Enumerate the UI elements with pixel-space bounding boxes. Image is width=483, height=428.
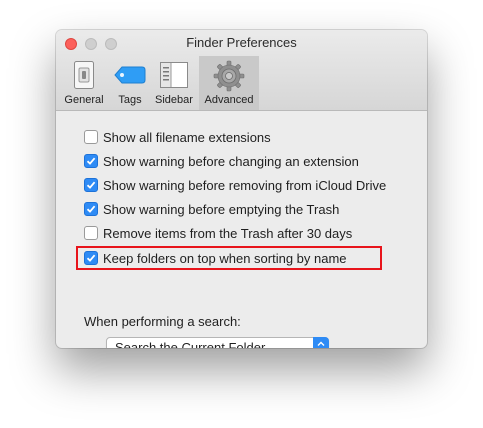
checkmark-icon [86, 181, 96, 189]
option-warn-change-extension[interactable]: Show warning before changing an extensio… [84, 152, 359, 170]
checkbox[interactable] [84, 130, 98, 144]
tab-tags[interactable]: Tags [110, 56, 150, 110]
checkbox[interactable] [84, 202, 98, 216]
checkbox[interactable] [84, 178, 98, 192]
sidebar-icon [159, 60, 189, 95]
option-label: Remove items from the Trash after 30 day… [103, 225, 353, 241]
checkbox[interactable] [84, 154, 98, 168]
tab-general-label: General [64, 94, 104, 106]
option-keep-folders-on-top[interactable]: Keep folders on top when sorting by name [84, 249, 347, 267]
search-scope-label: When performing a search: [84, 314, 241, 329]
option-label: Show all filename extensions [103, 129, 271, 145]
search-scope-value: Search the Current Folder [115, 340, 266, 348]
toolbar: Finder Preferences General Tags Sidebar … [56, 30, 427, 111]
tab-advanced[interactable]: Advanced [199, 56, 259, 110]
option-remove-trash-30-days[interactable]: Remove items from the Trash after 30 day… [84, 224, 352, 242]
tab-advanced-label: Advanced [204, 94, 254, 106]
window-title: Finder Preferences [186, 35, 297, 50]
checkbox[interactable] [84, 251, 98, 265]
option-label: Show warning before emptying the Trash [103, 201, 340, 217]
checkmark-icon [86, 157, 96, 165]
finder-preferences-window: Finder Preferences General Tags Sidebar … [56, 30, 427, 348]
checkmark-icon [86, 205, 96, 213]
option-label: Keep folders on top when sorting by name [103, 250, 347, 266]
option-warn-empty-trash[interactable]: Show warning before emptying the Trash [84, 200, 339, 218]
option-label: Show warning before changing an extensio… [103, 153, 359, 169]
chevron-updown-icon [313, 337, 329, 348]
tab-general[interactable]: General [62, 56, 106, 110]
tab-sidebar-label: Sidebar [155, 94, 193, 106]
tab-sidebar[interactable]: Sidebar [151, 56, 197, 110]
option-label: Show warning before removing from iCloud… [103, 177, 387, 193]
option-warn-remove-icloud[interactable]: Show warning before removing from iCloud… [84, 176, 386, 194]
checkbox[interactable] [84, 226, 98, 240]
general-icon [73, 60, 95, 95]
option-show-filename-extensions[interactable]: Show all filename extensions [84, 128, 271, 146]
checkmark-icon [86, 254, 96, 262]
tag-icon [113, 60, 147, 95]
gear-icon [213, 60, 245, 97]
tab-tags-label: Tags [118, 94, 142, 106]
advanced-pane: Show all filename extensions Show warnin… [56, 111, 427, 348]
search-scope-popup[interactable]: Search the Current Folder [106, 337, 329, 348]
